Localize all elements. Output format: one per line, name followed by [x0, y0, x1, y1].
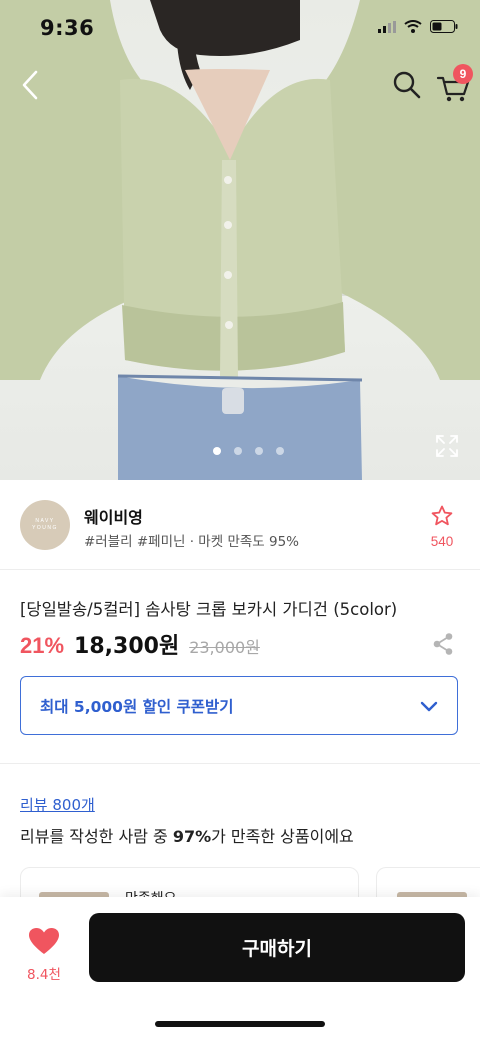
product-title: [당일발송/5컬러] 솜사탕 크롭 보카시 가디건 (5color)	[20, 600, 398, 619]
cart-button[interactable]: 9	[434, 64, 474, 104]
product-image-carousel[interactable]: 9:36 9	[0, 0, 480, 480]
store-logo-text: YOUNG	[32, 525, 58, 531]
carousel-dot[interactable]	[212, 447, 221, 455]
discount-rate: 21%	[20, 633, 65, 658]
search-icon[interactable]	[390, 68, 424, 102]
store-logo[interactable]: NAVY YOUNG	[20, 500, 70, 550]
coupon-button[interactable]: 최대 5,000원 할인 쿠폰받기	[20, 676, 458, 735]
like-count: 8.4천	[27, 967, 61, 983]
buy-button[interactable]: 구매하기	[89, 913, 465, 982]
share-icon[interactable]	[432, 632, 454, 656]
carousel-dot[interactable]	[233, 447, 242, 455]
favorite-count: 540	[430, 534, 454, 549]
carousel-dot[interactable]	[254, 447, 263, 455]
coupon-label: 최대 5,000원 할인 쿠폰받기	[40, 698, 234, 716]
section-divider	[0, 763, 480, 764]
bottom-action-bar: 8.4천 구매하기	[0, 897, 480, 1039]
cart-count-badge: 9	[453, 64, 473, 84]
battery-icon	[430, 20, 458, 33]
status-time: 9:36	[40, 16, 95, 40]
store-name[interactable]: 웨이비영	[84, 504, 143, 528]
status-bar: 9:36	[0, 0, 480, 58]
original-price: 23,000원	[189, 638, 260, 657]
store-row[interactable]: NAVY YOUNG 웨이비영 #러블리 #페미닌 · 마켓 만족도 95% 5…	[0, 480, 480, 570]
fullscreen-icon[interactable]	[434, 433, 460, 459]
signal-icon	[378, 20, 396, 33]
carousel-dot[interactable]	[275, 447, 284, 455]
chevron-down-icon	[420, 701, 438, 712]
star-icon	[431, 505, 453, 526]
home-indicator	[155, 1021, 325, 1027]
heart-icon	[29, 928, 59, 954]
review-summary: 리뷰를 작성한 사람 중 97%가 만족한 상품이에요	[20, 823, 354, 847]
review-count-link[interactable]: 리뷰 800개	[20, 794, 95, 815]
store-tags: #러블리 #페미닌 · 마켓 만족도 95%	[84, 534, 299, 550]
price-row: 21% 18,300원 23,000원	[20, 628, 260, 660]
carousel-indicator	[0, 447, 480, 455]
review-summary-prefix: 리뷰를 작성한 사람 중	[20, 827, 173, 846]
favorite-store-button[interactable]: 540	[422, 504, 462, 549]
store-logo-text: NAVY	[35, 518, 55, 524]
review-satisfaction-percent: 97%	[172, 827, 212, 846]
sale-price: 18,300원	[74, 634, 180, 659]
wifi-icon	[404, 20, 422, 33]
like-button[interactable]: 8.4천	[18, 927, 70, 983]
review-summary-suffix: 가 만족한 상품이에요	[211, 827, 354, 846]
back-icon[interactable]	[14, 66, 46, 104]
